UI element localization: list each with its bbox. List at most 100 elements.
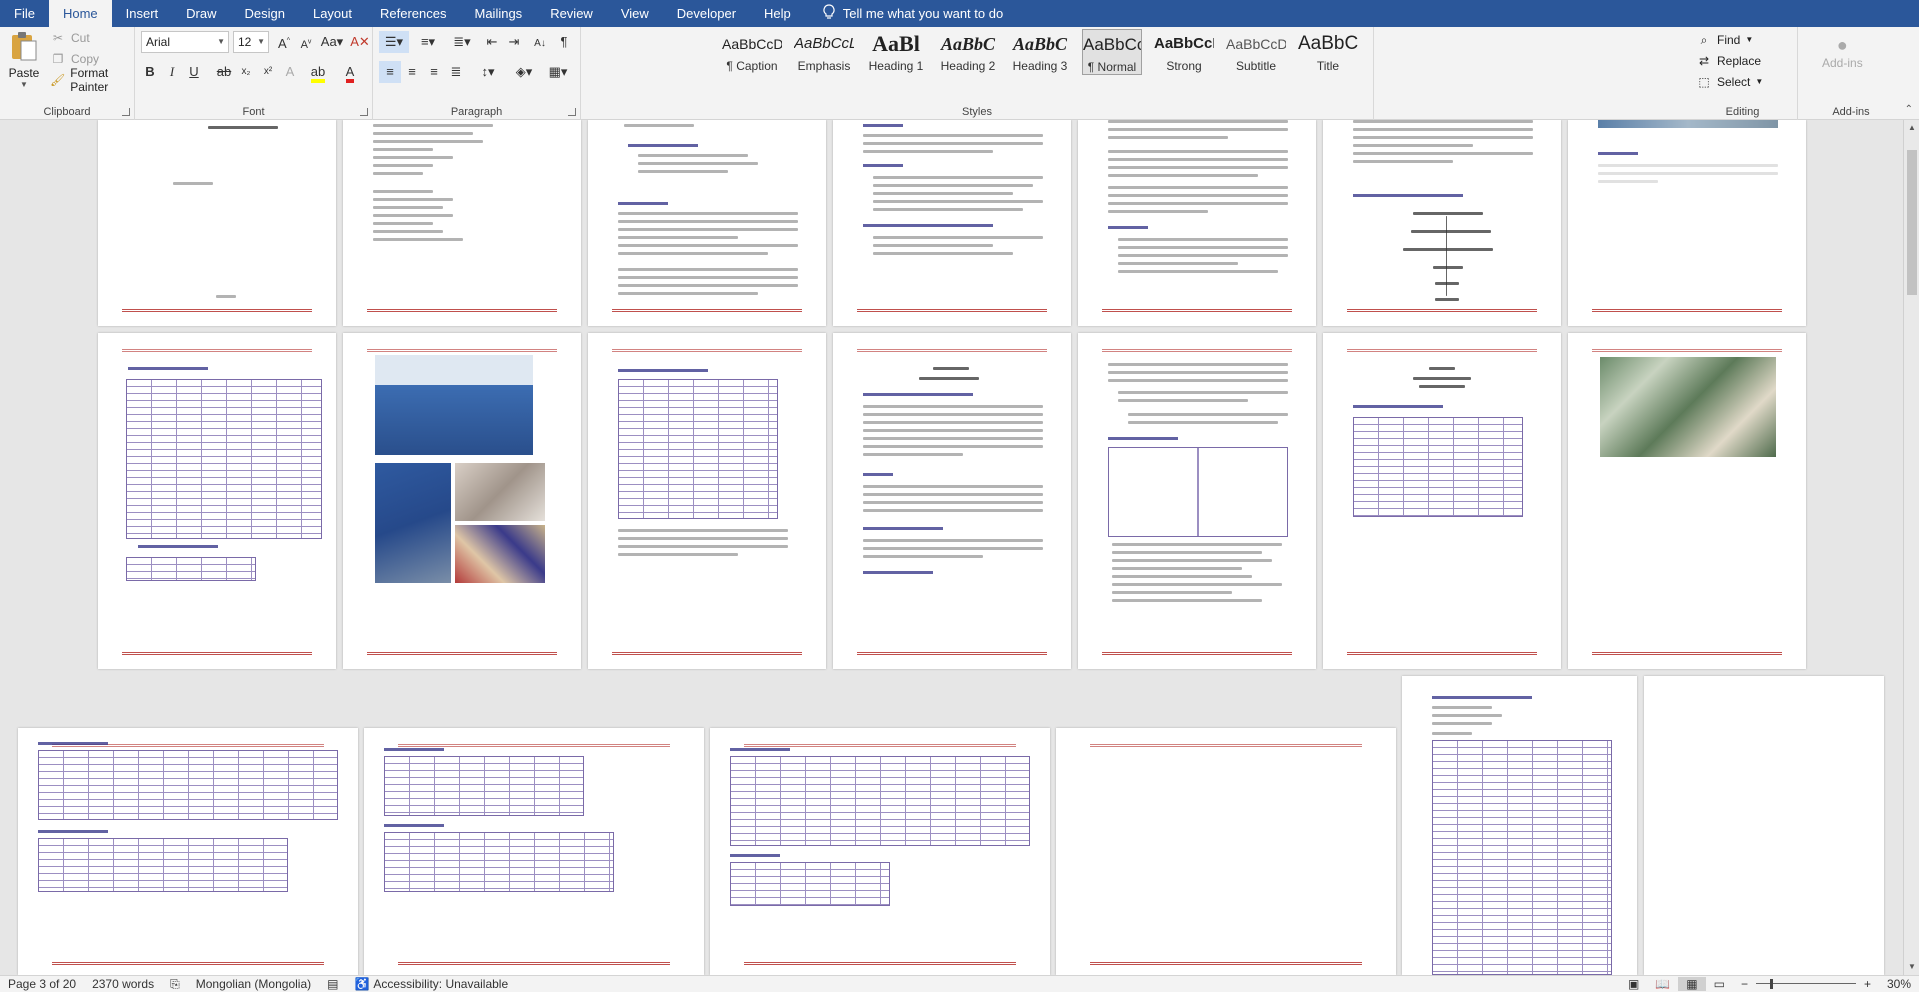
page-thumbnail[interactable] (1568, 120, 1806, 326)
page-thumbnail[interactable] (1078, 333, 1316, 669)
superscript-button[interactable]: x² (257, 61, 279, 83)
style-heading-2[interactable]: AaBbC Heading 2 (938, 29, 998, 75)
strikethrough-button[interactable]: ab (213, 61, 235, 83)
document-canvas[interactable] (0, 120, 1903, 975)
style-heading-1[interactable]: AaBl Heading 1 (866, 29, 926, 75)
page-thumbnail[interactable] (364, 728, 704, 975)
tab-design[interactable]: Design (231, 0, 299, 27)
focus-mode-button[interactable]: ▣ (1620, 977, 1647, 991)
subscript-button[interactable]: x₂ (235, 61, 257, 83)
style-strong[interactable]: AaBbCcI Strong (1154, 29, 1214, 75)
tab-mailings[interactable]: Mailings (461, 0, 537, 27)
style-caption[interactable]: AaBbCcD ¶ Caption (722, 29, 782, 75)
macro-recorder[interactable]: ▤ (319, 977, 346, 991)
text-effects-button[interactable]: A (279, 61, 301, 83)
page-thumbnail[interactable] (710, 728, 1050, 975)
page-count[interactable]: Page 3 of 20 (0, 977, 84, 991)
collapse-ribbon-icon[interactable]: ⌃ (1905, 104, 1913, 115)
web-layout-button[interactable]: ▭ (1706, 977, 1733, 991)
highlight-button[interactable]: ab (307, 61, 329, 83)
page-thumbnail[interactable] (98, 333, 336, 669)
multilevel-list-button[interactable]: ≣▾ (447, 31, 477, 53)
font-launcher[interactable] (360, 108, 368, 116)
tab-layout[interactable]: Layout (299, 0, 366, 27)
underline-button[interactable]: U (183, 61, 205, 83)
shading-button[interactable]: ◈▾ (509, 61, 539, 83)
decrease-indent-button[interactable]: ⇤ (481, 31, 503, 53)
tab-draw[interactable]: Draw (172, 0, 230, 27)
align-left-button[interactable]: ≡ (379, 61, 401, 83)
clipboard-launcher[interactable] (122, 108, 130, 116)
print-layout-button[interactable]: ▦ (1678, 977, 1706, 991)
tab-help[interactable]: Help (750, 0, 805, 27)
page-thumbnail[interactable] (1402, 676, 1637, 975)
tab-review[interactable]: Review (536, 0, 607, 27)
format-painter-button[interactable]: 🖌 Format Painter (50, 66, 134, 94)
style-emphasis[interactable]: AaBbCcL Emphasis (794, 29, 854, 75)
select-button[interactable]: ⬚ Select ▼ (1696, 71, 1763, 92)
align-right-button[interactable]: ≡ (423, 61, 445, 83)
paragraph-launcher[interactable] (568, 108, 576, 116)
read-mode-button[interactable]: 📖 (1647, 977, 1678, 991)
page-thumbnail[interactable] (833, 333, 1071, 669)
page-thumbnail[interactable] (1056, 728, 1396, 975)
accessibility-status[interactable]: ♿ Accessibility: Unavailable (346, 977, 516, 991)
scroll-down-icon[interactable]: ▼ (1904, 959, 1919, 975)
page-thumbnail[interactable] (1078, 120, 1316, 326)
zoom-slider[interactable] (1755, 979, 1856, 989)
font-color-button[interactable]: A (339, 61, 361, 83)
find-button[interactable]: ⌕ Find ▼ (1696, 29, 1754, 50)
change-case-button[interactable]: Aa▾ (317, 31, 347, 53)
zoom-level[interactable]: 30% (1879, 977, 1919, 991)
page-thumbnail[interactable] (343, 120, 581, 326)
font-size-combo[interactable]: 12 ▼ (233, 31, 269, 53)
tell-me-search[interactable]: Tell me what you want to do (805, 4, 1003, 23)
style-title[interactable]: AaBbC Title (1298, 29, 1358, 75)
style-normal[interactable]: AaBbCc ¶ Normal (1082, 29, 1142, 75)
style-subtitle[interactable]: AaBbCcD Subtitle (1226, 29, 1286, 75)
scrollbar-thumb[interactable] (1907, 150, 1917, 295)
align-center-button[interactable]: ≡ (401, 61, 423, 83)
vertical-scrollbar[interactable]: ▲ ▼ (1903, 120, 1919, 975)
shrink-font-button[interactable]: Av (295, 31, 317, 53)
zoom-out-button[interactable]: − (1733, 977, 1756, 991)
justify-button[interactable]: ≣ (445, 61, 467, 83)
tab-references[interactable]: References (366, 0, 460, 27)
cut-button[interactable]: ✂ Cut (50, 27, 134, 48)
tab-file[interactable]: File (0, 0, 49, 27)
page-thumbnail[interactable] (18, 728, 358, 975)
proofing-status[interactable]: ⎘ (162, 977, 188, 992)
paste-button[interactable]: Paste ▼ (6, 31, 42, 89)
page-thumbnail[interactable] (1323, 120, 1561, 326)
borders-button[interactable]: ▦▾ (543, 61, 573, 83)
word-count[interactable]: 2370 words (84, 977, 162, 991)
page-thumbnail[interactable] (588, 333, 826, 669)
language-indicator[interactable]: Mongolian (Mongolia) (188, 977, 319, 991)
page-thumbnail[interactable] (98, 120, 336, 326)
line-spacing-button[interactable]: ↕▾ (473, 61, 503, 83)
page-thumbnail[interactable] (1568, 333, 1806, 669)
bullets-button[interactable]: ☰▾ (379, 31, 409, 53)
font-family-combo[interactable]: Arial ▼ (141, 31, 229, 53)
sort-button[interactable]: A↓ (529, 31, 551, 53)
tab-developer[interactable]: Developer (663, 0, 750, 27)
tab-insert[interactable]: Insert (112, 0, 173, 27)
scroll-up-icon[interactable]: ▲ (1904, 120, 1919, 136)
increase-indent-button[interactable]: ⇥ (503, 31, 525, 53)
page-thumbnail[interactable] (1323, 333, 1561, 669)
zoom-slider-thumb[interactable] (1769, 979, 1773, 989)
page-thumbnail[interactable] (343, 333, 581, 669)
tab-home[interactable]: Home (48, 0, 112, 27)
addins-button[interactable]: ● Add-ins (1822, 35, 1863, 70)
numbering-button[interactable]: ≡▾ (413, 31, 443, 53)
zoom-in-button[interactable]: + (1856, 977, 1879, 991)
show-formatting-button[interactable]: ¶ (553, 31, 575, 53)
page-thumbnail[interactable] (588, 120, 826, 326)
page-thumbnail[interactable] (1644, 676, 1884, 975)
italic-button[interactable]: I (161, 61, 183, 83)
grow-font-button[interactable]: A^ (273, 31, 295, 53)
page-thumbnail[interactable] (833, 120, 1071, 326)
style-heading-3[interactable]: AaBbC Heading 3 (1010, 29, 1070, 75)
tab-view[interactable]: View (607, 0, 663, 27)
bold-button[interactable]: B (139, 61, 161, 83)
